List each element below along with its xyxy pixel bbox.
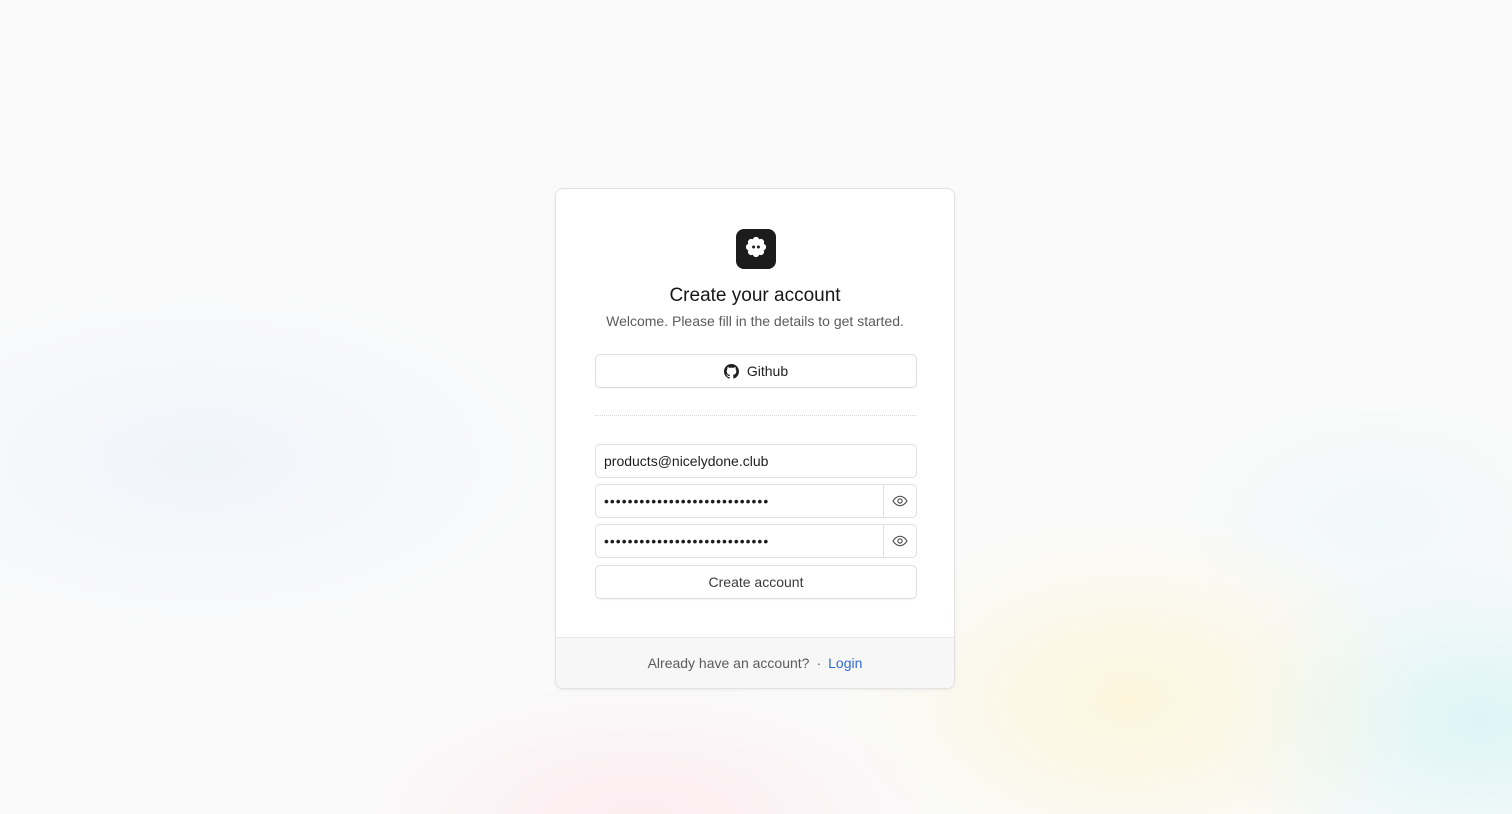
page-subtitle: Welcome. Please fill in the details to g… [606,313,904,329]
toggle-confirm-password-visibility-button[interactable] [883,525,916,557]
signup-card: Create your account Welcome. Please fill… [555,188,955,689]
card-footer: Already have an account? · Login [556,637,954,688]
page-title: Create your account [669,285,841,306]
eye-icon [892,493,908,509]
login-prompt-text: Already have an account? [647,655,810,671]
confirm-password-field[interactable] [596,525,883,557]
separator-dot: · [816,655,822,671]
login-link[interactable]: Login [828,655,862,671]
confirm-password-field-wrapper [595,524,917,558]
section-divider [595,415,917,416]
github-signin-button[interactable]: Github [595,354,917,388]
password-field[interactable] [596,485,883,517]
github-icon [723,363,739,379]
toggle-password-visibility-button[interactable] [883,485,916,517]
eye-icon [892,533,908,549]
create-account-button[interactable]: Create account [595,565,917,599]
password-field-wrapper [595,484,917,518]
card-body: Create your account Welcome. Please fill… [556,189,954,637]
app-logo [736,229,776,269]
email-field-wrapper [595,444,917,478]
flower-gear-icon [744,235,768,264]
github-button-label: Github [746,363,789,379]
email-field[interactable] [596,445,916,477]
